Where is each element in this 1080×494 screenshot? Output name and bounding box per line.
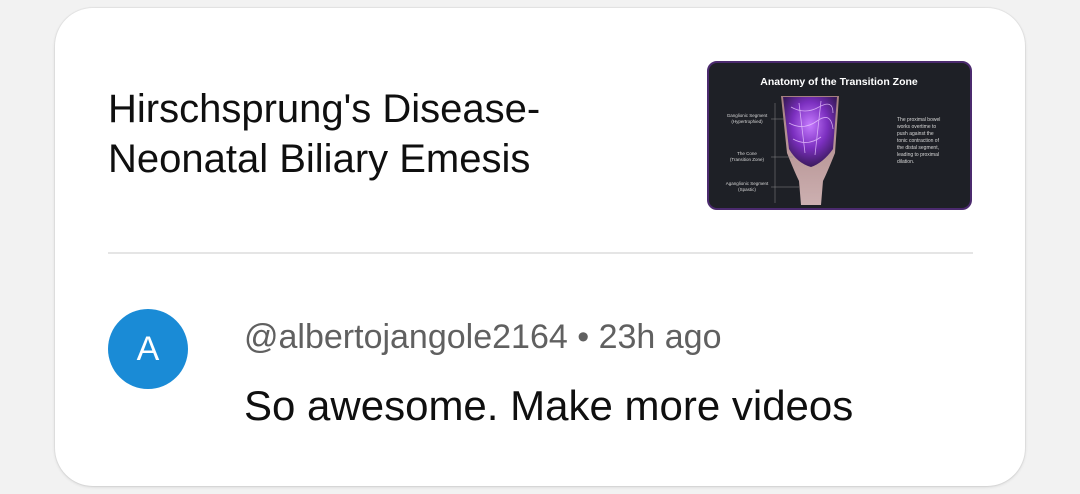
note-line-6: leading to proximal <box>897 152 939 158</box>
comment-meta: @albertojangole2164 • 23h ago <box>244 318 721 357</box>
video-thumbnail[interactable]: Anatomy of the Transition Zone Ganglioni… <box>707 61 972 210</box>
label-cone: The Cone <box>737 151 757 156</box>
note-line-3: push against the <box>897 131 934 137</box>
thumbnail-heading: Anatomy of the Transition Zone <box>760 76 918 88</box>
comment-author[interactable]: @albertojangole2164 <box>244 318 568 356</box>
note-line-7: dilation. <box>897 159 914 165</box>
comment-time: 23h ago <box>598 318 722 356</box>
note-line-2: works overtime to <box>897 124 936 130</box>
comment-text: So awesome. Make more videos <box>244 382 854 429</box>
label-aganglionic: Aganglionic Segment <box>726 181 769 186</box>
avatar-letter: A <box>136 329 160 368</box>
comment-notification-card[interactable]: Hirschsprung's Disease-Neonatal Biliary … <box>55 8 1025 486</box>
video-title[interactable]: Hirschsprung's Disease-Neonatal Biliary … <box>108 84 668 184</box>
label-cone-sub: (Transition Zone) <box>730 157 765 162</box>
note-line-4: tonic contraction of <box>897 138 940 144</box>
divider <box>108 252 973 254</box>
avatar[interactable]: A <box>108 309 188 389</box>
label-ganglionic-sub: (Hypertrophied) <box>731 119 763 124</box>
note-line-5: the distal segment, <box>897 145 939 151</box>
label-ganglionic: Ganglionic Segment <box>727 113 768 118</box>
meta-separator: • <box>577 318 590 356</box>
thumbnail-illustration: Anatomy of the Transition Zone Ganglioni… <box>726 76 940 205</box>
label-aganglionic-sub: (Spastic) <box>738 187 756 192</box>
note-line-1: The proximal bowel <box>897 117 940 123</box>
